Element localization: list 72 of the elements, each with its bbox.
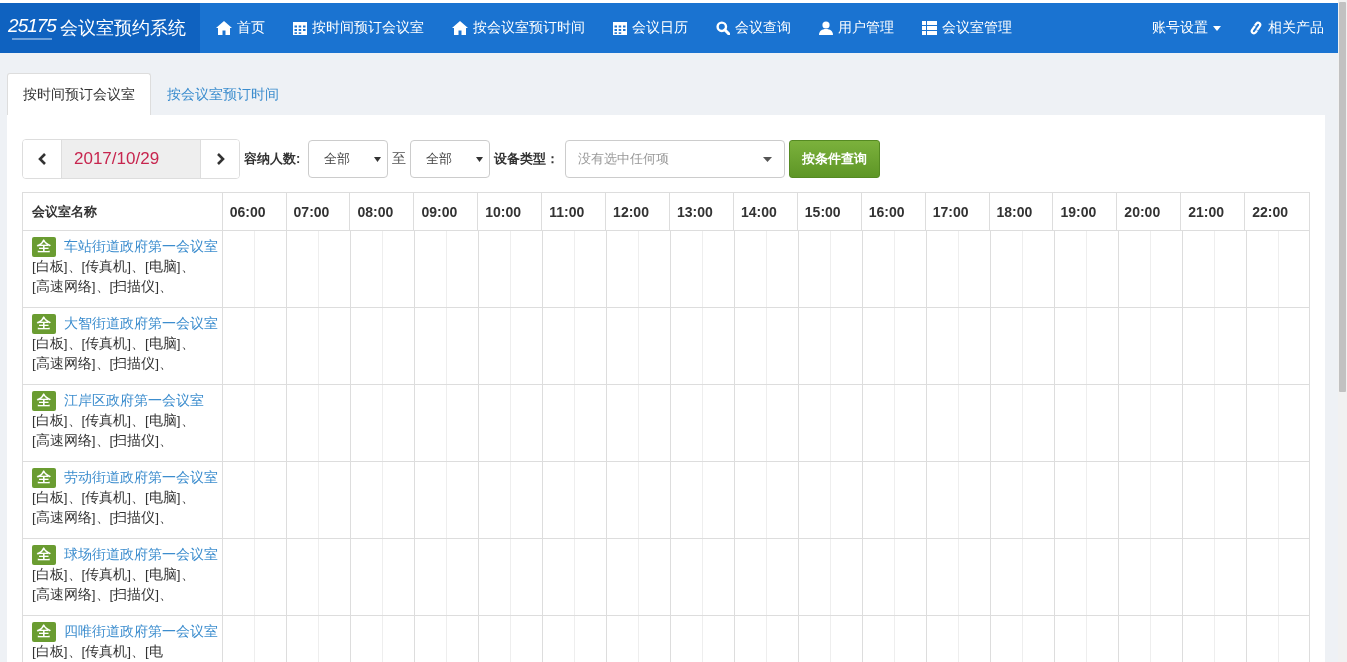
hour-header: 11:00 (542, 193, 607, 230)
caret-icon (763, 156, 773, 162)
nav-link[interactable]: 相关产品 (1235, 3, 1338, 53)
nav-link[interactable]: 按会议室预订时间 (438, 3, 599, 53)
search-icon (716, 21, 730, 35)
equipment-text: [白板]、[传真机]、[电脑]、[高速网络]、[扫描仪]、 (32, 258, 196, 296)
hour-header: 12:00 (606, 193, 670, 230)
badge: 全 (32, 622, 56, 642)
hour-header: 08:00 (350, 193, 415, 230)
link-icon (1249, 20, 1263, 36)
capacity-label: 容纳人数: (244, 150, 301, 168)
nav-link[interactable]: 会议室管理 (908, 3, 1026, 53)
hour-header: 16:00 (861, 193, 926, 230)
column-header: 会议室名称 (23, 193, 223, 230)
hour-header: 19:00 (1053, 193, 1118, 230)
nav-link[interactable]: 首页 (202, 3, 279, 53)
capacity-max-select[interactable]: 全部 (410, 140, 491, 178)
chevron-left-icon (37, 153, 47, 165)
nav-link[interactable]: 会议查询 (702, 3, 805, 53)
badge: 全 (32, 468, 56, 488)
badge: 全 (32, 314, 56, 334)
equipment-text: [白板]、[传真机]、[电脑]、[高速网络]、[扫描仪]、 (32, 412, 196, 450)
badge: 全 (32, 237, 56, 257)
tab[interactable]: 按时间预订会议室 (7, 73, 151, 115)
user-icon (819, 21, 833, 35)
hour-header: 22:00 (1251, 202, 1289, 222)
equipment-text: [白板]、[传真机]、[电脑]、[高速网络]、[扫描仪]、 (32, 489, 196, 527)
nav-link[interactable]: 用户管理 (805, 3, 908, 53)
hour-header: 21:00 (1181, 193, 1246, 230)
equipment-text: [白板]、[传真机]、[电脑]、[高速网络]、[扫描仪]、 (32, 566, 196, 604)
hour-header: 20:00 (1117, 193, 1182, 230)
room-link[interactable]: 劳动街道政府第一会议室 (64, 468, 218, 488)
hour-header: 07:00 (286, 193, 351, 230)
scrollbar[interactable] (1338, 0, 1347, 662)
badge: 全 (32, 391, 56, 411)
room-link[interactable]: 江岸区政府第一会议室 (64, 391, 204, 411)
equipment-select[interactable]: 没有选中任何项 (565, 140, 786, 178)
hour-header: 17:00 (925, 193, 990, 230)
hour-header: 14:00 (733, 193, 798, 230)
equipment-text: [白板]、[传真机]、[电脑]、[高速网络]、[扫描仪]、 (32, 335, 196, 373)
home-icon (216, 21, 232, 35)
room-link[interactable]: 大智街道政府第一会议室 (64, 314, 218, 334)
hour-header: 18:00 (989, 193, 1054, 230)
grid-icon (922, 21, 937, 35)
calendar-icon (293, 21, 307, 35)
hour-header: 09:00 (414, 193, 479, 230)
query-button[interactable]: 按条件查询 (789, 140, 881, 178)
nav-link[interactable]: 按时间预订会议室 (279, 3, 438, 53)
room-link[interactable]: 四唯街道政府第一会议室 (64, 622, 218, 642)
equipment-text: [白板]、[传真机]、[电 (32, 643, 164, 661)
room-link[interactable]: 车站街道政府第一会议室 (64, 237, 218, 257)
hour-header: 13:00 (670, 193, 734, 230)
badge: 全 (32, 545, 56, 565)
nav-link[interactable]: 账号设置 (1138, 3, 1235, 53)
room-link[interactable]: 球场街道政府第一会议室 (64, 545, 218, 565)
date-field[interactable]: 2017/10/29 (61, 140, 201, 178)
caret-icon (374, 156, 382, 162)
calendar-icon (613, 21, 627, 35)
scrollbar-thumb[interactable] (1339, 2, 1346, 392)
nav-link[interactable]: 会议日历 (599, 3, 702, 53)
tab[interactable]: 按会议室预订时间 (151, 73, 295, 115)
home-icon (452, 21, 468, 35)
hour-header: 10:00 (478, 193, 543, 230)
hour-header: 06:00 (222, 193, 287, 230)
range-label: 至 (392, 150, 407, 168)
caret-icon (1213, 25, 1221, 31)
capacity-min-select[interactable]: 全部 (308, 140, 389, 178)
hour-header: 15:00 (797, 193, 862, 230)
app-title: 会议室预约系统 (60, 17, 186, 40)
caret-icon (476, 156, 484, 162)
chevron-right-icon (215, 153, 225, 165)
equipment-label: 设备类型： (494, 150, 560, 168)
